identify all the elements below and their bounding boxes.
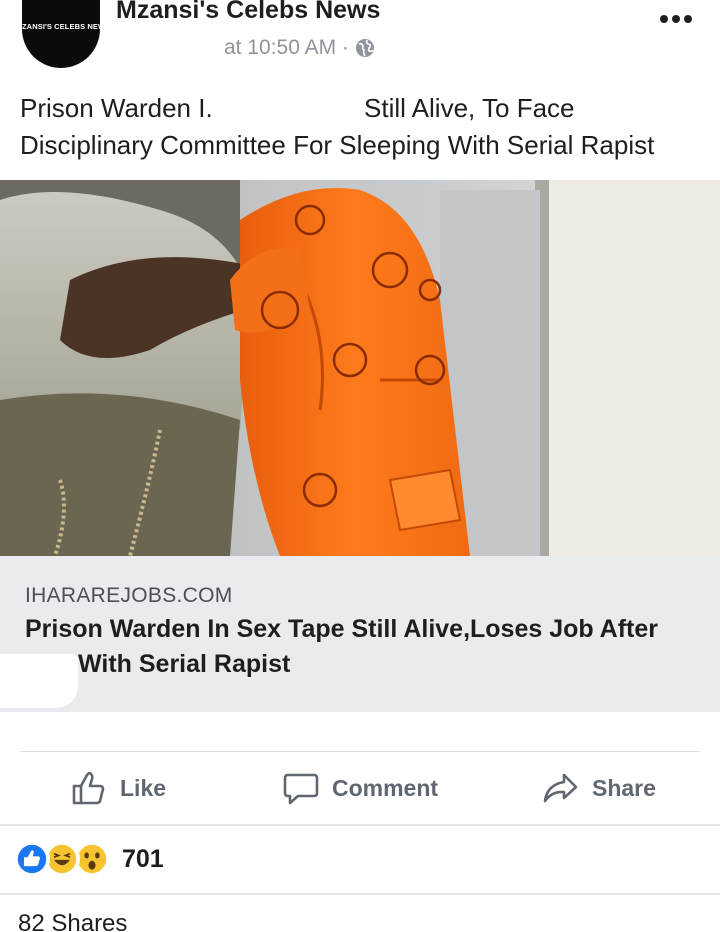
page-name-link[interactable]: Mzansi's Celebs News (116, 0, 380, 25)
post-message: Prison Warden I. Still Alive, To Face Di… (20, 90, 710, 164)
divider (0, 893, 720, 895)
avatar-logo-text: ZANSI'S CELEBS NEW (22, 22, 100, 31)
divider (0, 824, 720, 826)
post-text-line1-left: Prison Warden I. (20, 93, 213, 123)
comment-icon (283, 773, 319, 805)
facebook-post: ZANSI'S CELEBS NEW Mzansi's Celebs News … (0, 0, 720, 932)
link-domain: IHARAREJOBS.COM (25, 584, 233, 607)
post-timestamp[interactable]: at 10:50 AM · (224, 36, 349, 60)
post-text-line1-right: Still Alive, To Face (364, 93, 575, 123)
link-title-line1: Prison Warden In Sex Tape Still Alive,Lo… (25, 615, 659, 643)
comment-button[interactable]: Comment (282, 762, 438, 814)
divider (20, 751, 700, 752)
post-meta: at 10:50 AM · (224, 36, 375, 60)
thumbs-up-icon (72, 771, 105, 805)
like-reaction-icon (14, 841, 50, 877)
share-button[interactable]: Share (542, 762, 656, 814)
like-button[interactable]: Like (70, 762, 166, 814)
link-preview-image[interactable] (0, 180, 720, 556)
share-label: Share (592, 774, 656, 801)
post-text-line2: Disciplinary Committee For Sleeping With… (20, 130, 655, 160)
comment-label: Comment (332, 774, 439, 801)
post-actions-bar: Like Comment Share (0, 762, 720, 814)
shares-count[interactable]: 82 Shares (18, 910, 127, 932)
globe-icon (355, 39, 374, 57)
page-avatar[interactable]: ZANSI'S CELEBS NEW (22, 0, 100, 68)
more-options-icon[interactable] (660, 15, 692, 23)
like-label: Like (120, 774, 167, 801)
link-title: Prison Warden In Sex Tape Still Alive,Lo… (25, 612, 705, 682)
reaction-count: 701 (122, 844, 164, 873)
link-preview-caption[interactable]: IHARAREJOBS.COM Prison Warden In Sex Tap… (0, 556, 720, 712)
share-arrow-icon (543, 773, 578, 803)
link-title-line2: With Serial Rapist (78, 650, 291, 678)
redaction-mark (0, 654, 78, 708)
preview-photo (0, 180, 720, 556)
reactions-summary[interactable]: 701 (14, 840, 164, 878)
